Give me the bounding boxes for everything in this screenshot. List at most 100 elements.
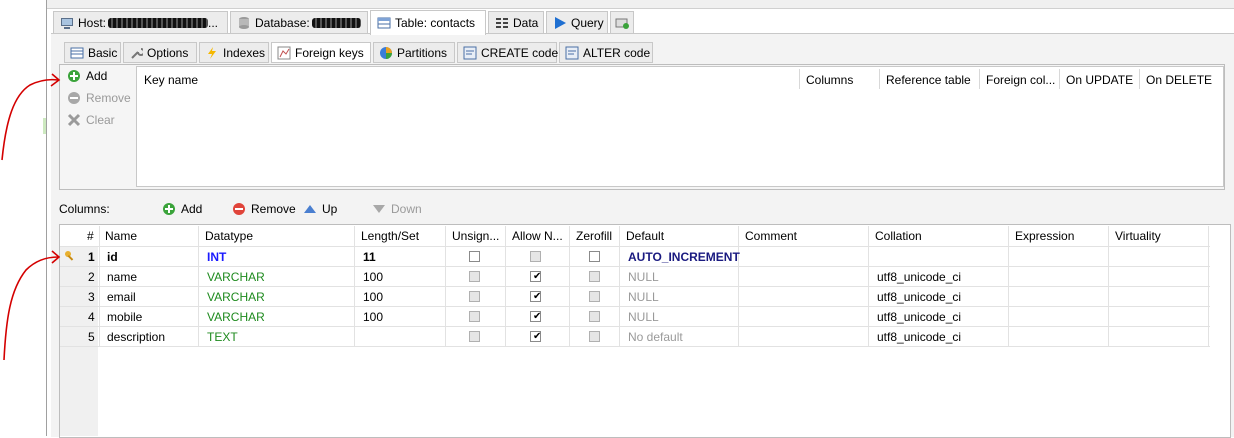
subtab-foreign-keys[interactable]: Foreign keys [271,42,371,63]
fk-header-foreign-columns[interactable]: Foreign col... [986,71,1055,89]
zerofill-checkbox[interactable] [589,311,600,322]
cell-default[interactable]: NULL [628,288,659,306]
cell-name[interactable]: email [107,288,136,306]
column-add-button[interactable]: Add [162,202,202,216]
subtab-alter-code[interactable]: ALTER code [559,42,653,63]
grid-header-number[interactable]: # [87,228,94,244]
cell-length[interactable]: 100 [363,308,383,326]
fk-header-key-name[interactable]: Key name [144,71,198,89]
cell-default[interactable]: AUTO_INCREMENT [628,248,740,266]
down-arrow-icon [372,202,386,216]
grid-header-collation[interactable]: Collation [875,228,922,244]
cell-collation[interactable]: utf8_unicode_ci [877,268,961,286]
allow-null-checkbox[interactable]: ✔ [530,291,541,302]
fk-header-divider [1059,69,1060,89]
grid-row-divider [60,306,1210,307]
tab-data[interactable]: Data [488,11,544,33]
cell-name[interactable]: description [107,328,165,346]
cell-length[interactable]: 100 [363,268,383,286]
grid-header-comment[interactable]: Comment [745,228,797,244]
grid-header-virtuality[interactable]: Virtuality [1115,228,1161,244]
unsigned-checkbox[interactable] [469,331,480,342]
cell-collation[interactable]: utf8_unicode_ci [877,288,961,306]
column-down-button[interactable]: Down [372,202,422,216]
subtab-indexes-label: Indexes [223,45,266,60]
grid-header-zerofill[interactable]: Zerofill [576,228,612,244]
row-number: 4 [88,310,95,324]
tab-query[interactable]: Query [546,11,608,33]
cell-datatype[interactable]: VARCHAR [207,308,265,326]
fk-header-on-delete[interactable]: On DELETE [1146,71,1212,89]
grid-header-default[interactable]: Default [626,228,664,244]
grid-row-divider [60,346,1210,347]
grid-header-datatype[interactable]: Datatype [205,228,253,244]
wrench-icon [129,46,145,60]
zerofill-checkbox[interactable] [589,251,600,262]
unsigned-checkbox[interactable] [469,251,480,262]
zerofill-checkbox[interactable] [589,291,600,302]
cell-length[interactable]: 100 [363,288,383,306]
allow-null-checkbox[interactable] [530,251,541,262]
column-remove-button[interactable]: Remove [232,202,296,216]
grid-header-expression[interactable]: Expression [1015,228,1074,244]
zerofill-checkbox[interactable] [589,271,600,282]
subtab-partitions[interactable]: Partitions [373,42,455,63]
subtab-indexes[interactable]: Indexes [199,42,269,63]
subtab-basic[interactable]: Basic [64,42,121,63]
grid-row-divider [60,266,1210,267]
subtab-create-code[interactable]: CREATE code [457,42,559,63]
cell-collation[interactable]: utf8_unicode_ci [877,308,961,326]
tab-table[interactable]: Table: contacts [370,10,486,35]
allow-null-checkbox[interactable]: ✔ [530,311,541,322]
cell-name[interactable]: mobile [107,308,142,326]
fk-header-on-update[interactable]: On UPDATE [1066,71,1133,89]
cell-name[interactable]: name [107,268,137,286]
cell-default[interactable]: NULL [628,308,659,326]
fk-header-columns[interactable]: Columns [806,71,853,89]
tab-host[interactable]: Host: ... [53,11,228,33]
grid-header-length[interactable]: Length/Set [361,228,419,244]
fk-add-button[interactable]: Add [67,69,107,83]
new-query-tab-button[interactable] [610,11,634,33]
fk-header-divider [979,69,980,89]
row-number: 2 [88,270,95,284]
cell-datatype[interactable]: VARCHAR [207,288,265,306]
fk-remove-button[interactable]: Remove [67,91,131,105]
cell-default[interactable]: NULL [628,268,659,286]
cell-datatype[interactable]: TEXT [207,328,238,346]
tab-database[interactable]: Database: [230,11,368,33]
foreign-keys-table[interactable]: Key name Columns Reference table Foreign… [136,66,1224,187]
redacted-database [311,17,361,28]
code-icon [463,46,477,60]
allow-null-checkbox[interactable]: ✔ [530,271,541,282]
unsigned-checkbox[interactable] [469,311,480,322]
cell-datatype[interactable]: INT [207,248,226,266]
zerofill-checkbox[interactable] [589,331,600,342]
tab-table-label: Table: contacts [395,16,476,30]
subtab-options-label: Options [147,45,189,60]
cell-datatype[interactable]: VARCHAR [207,268,265,286]
fk-header-reference-table[interactable]: Reference table [886,71,971,89]
unsigned-checkbox[interactable] [469,291,480,302]
annotation-arrows [1,73,61,361]
data-grid-icon [495,16,509,30]
grid-header-unsigned[interactable]: Unsign... [452,228,499,244]
play-icon [553,16,567,30]
subtab-options[interactable]: Options [123,42,197,63]
cell-name[interactable]: id [107,248,118,266]
column-up-button[interactable]: Up [303,202,337,216]
subtab-create-code-label: CREATE code [481,45,559,60]
cell-default[interactable]: No default [628,328,683,346]
row-number: 5 [88,330,95,344]
grid-header-name[interactable]: Name [105,228,137,244]
fk-add-label: Add [86,69,108,83]
cell-collation[interactable]: utf8_unicode_ci [877,328,961,346]
subtab-partitions-label: Partitions [397,45,448,60]
grid-header-allow-null[interactable]: Allow N... [512,228,563,244]
row-number: 1 [88,250,95,264]
fk-clear-button[interactable]: Clear [67,113,115,127]
allow-null-checkbox[interactable]: ✔ [530,331,541,342]
top-toolbar [47,0,1234,9]
unsigned-checkbox[interactable] [469,271,480,282]
cell-length[interactable]: 11 [363,248,376,266]
